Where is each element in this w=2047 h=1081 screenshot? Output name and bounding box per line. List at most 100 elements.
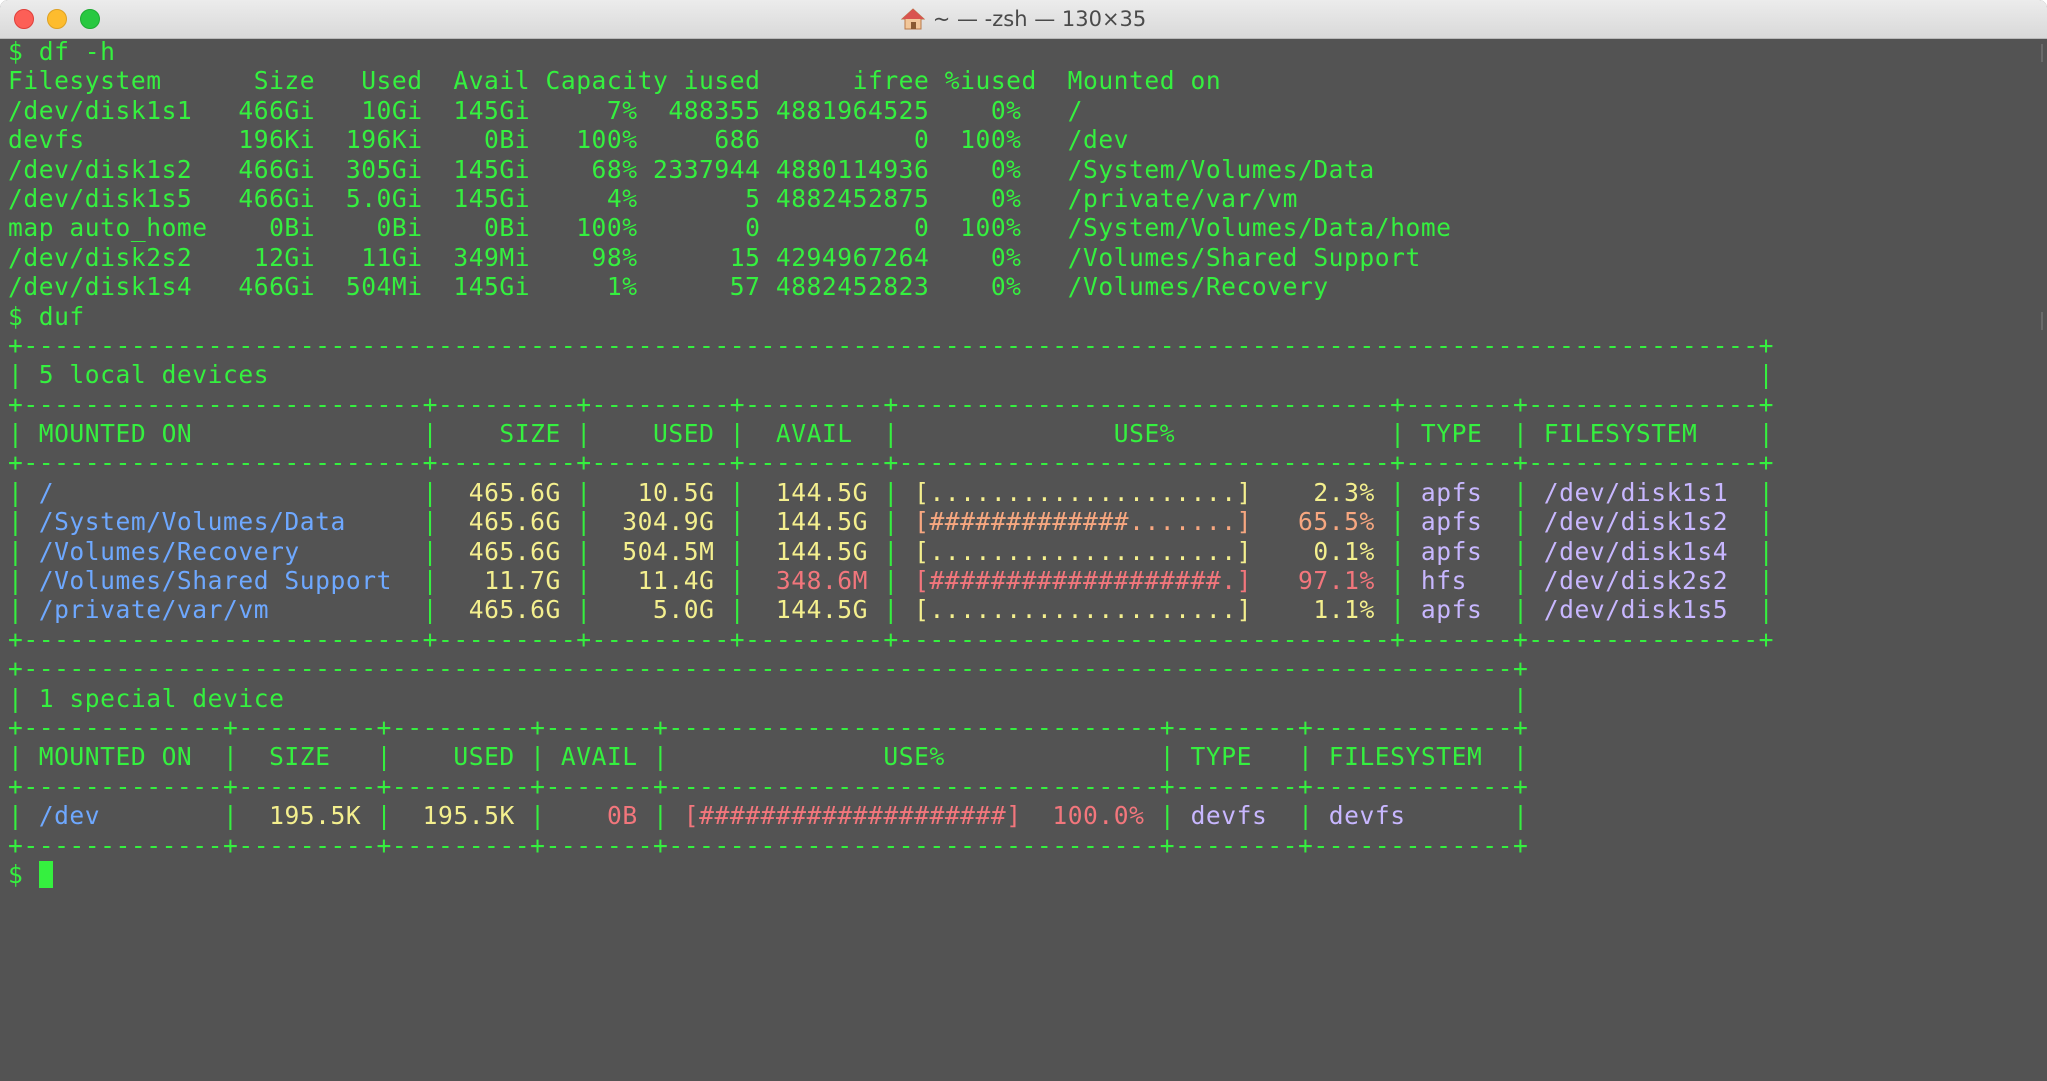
table-border-text: +-------------+---------+---------+-----… <box>8 712 1529 742</box>
table-border: +--------------------------+---------+--… <box>8 390 1774 419</box>
prompt-symbol: $ <box>8 37 39 66</box>
cell-pad <box>23 537 38 566</box>
cell-pad <box>1743 566 1758 595</box>
mount-point: / <box>38 477 408 507</box>
table-pipe: | <box>883 507 899 537</box>
cell-pad <box>868 478 883 507</box>
cell-pad <box>407 566 422 595</box>
usage-bar: [....................] <box>914 477 1252 507</box>
column-header-mounted-on: MOUNTED ON <box>23 742 223 772</box>
usage-percent: 2.3% <box>1313 477 1375 507</box>
df-row: /dev/disk1s4 466Gi 504Mi 145Gi 1% 57 488… <box>8 272 1774 301</box>
cell-pad <box>238 801 253 830</box>
scroll-edge-marker <box>2035 44 2043 62</box>
cell-pad <box>1022 801 1053 830</box>
avail-value: 144.5G <box>760 595 869 625</box>
usage-percent: 65.5% <box>1298 507 1375 537</box>
cell-pad <box>407 478 422 507</box>
table-border: +---------------------------------------… <box>8 654 1774 683</box>
table-pipe: | <box>729 507 746 537</box>
table-pipe: | <box>376 801 392 831</box>
cell-pad <box>1406 595 1421 624</box>
table-pipe: | <box>1758 566 1775 596</box>
table-pipe: | <box>1513 536 1529 566</box>
command-line: $ <box>8 860 1774 889</box>
df-row: map auto_home 0Bi 0Bi 0Bi 100% 0 0 100% … <box>8 213 1774 242</box>
table-pipe: | <box>422 419 438 449</box>
table-pipe: | <box>729 477 746 507</box>
terminal-content[interactable]: $ df -h Filesystem Size Used Avail Capaci… <box>8 37 1774 889</box>
usage-bar: [....................] <box>914 536 1252 566</box>
table-pipe: | <box>576 595 592 625</box>
usage-percent: 0.1% <box>1313 536 1375 566</box>
cell-pad <box>23 566 38 595</box>
column-header-avail: AVAIL <box>745 419 884 449</box>
table-pipe: | <box>8 566 24 596</box>
cell-pad <box>592 566 607 595</box>
window-title-wrap: ~ — -zsh — 130×35 <box>0 0 2047 38</box>
cell-pad <box>561 566 576 595</box>
column-header-type: TYPE <box>1175 742 1299 772</box>
df-row-text: map auto_home 0Bi 0Bi 0Bi 100% 0 0 100% … <box>8 213 1452 243</box>
table-pipe: | <box>8 419 24 449</box>
table-pipe: | <box>422 566 438 596</box>
command-text: df -h <box>38 37 116 66</box>
df-header: Filesystem Size Used Avail Capacity iuse… <box>8 66 1774 95</box>
cell-pad <box>1406 566 1421 595</box>
mount-point: /Volumes/Recovery <box>38 536 408 566</box>
cell-pad <box>899 478 914 507</box>
table-pipe: | <box>1390 477 1406 507</box>
table-pipe: | <box>422 477 438 507</box>
table-pipe: | <box>1390 566 1406 596</box>
type-value: apfs <box>1420 536 1498 566</box>
cell-pad <box>1498 478 1513 507</box>
column-header-used: USED <box>591 419 730 449</box>
table-row: | /Volumes/Shared Support | 11.7G | 11.4… <box>8 566 1774 595</box>
table-pipe: | <box>883 477 899 507</box>
table-header-row: | MOUNTED ON | SIZE | USED | AVAIL | USE… <box>8 419 1774 448</box>
cell-pad <box>438 566 453 595</box>
table-border-text: +--------------------------+---------+--… <box>8 389 1775 419</box>
table-pipe: | <box>8 801 24 831</box>
cell-pad <box>592 478 607 507</box>
cell-pad <box>1252 537 1313 566</box>
table-pipe: | <box>1513 477 1529 507</box>
cell-pad <box>1498 801 1513 830</box>
title-bar[interactable]: ~ — -zsh — 130×35 <box>0 0 2047 39</box>
table-pipe: | <box>883 595 899 625</box>
avail-value: 144.5G <box>760 477 869 507</box>
cell-pad <box>1743 537 1758 566</box>
size-value: 465.6G <box>453 507 561 537</box>
df-row: devfs 196Ki 196Ki 0Bi 100% 686 0 100% /d… <box>8 125 1774 154</box>
cell-pad <box>745 595 760 624</box>
df-row-text: /dev/disk1s2 466Gi 305Gi 145Gi 68% 23379… <box>8 154 1375 184</box>
table-border: +--------------------------+---------+--… <box>8 448 1774 477</box>
column-header-size: SIZE <box>238 742 377 772</box>
cell-pad <box>1528 537 1543 566</box>
table-pipe: | <box>8 360 39 390</box>
size-value: 465.6G <box>453 536 561 566</box>
mount-point: /System/Volumes/Data <box>38 507 408 537</box>
df-row-text: /dev/disk1s5 466Gi 5.0Gi 145Gi 4% 5 4882… <box>8 183 1298 213</box>
cell-pad <box>714 478 729 507</box>
df-row-text: /dev/disk1s4 466Gi 504Mi 145Gi 1% 57 488… <box>8 272 1329 302</box>
table-pipe: | <box>376 742 392 772</box>
usage-percent: 97.1% <box>1298 566 1375 596</box>
cell-pad <box>515 801 530 830</box>
cell-pad <box>745 537 760 566</box>
cell-pad <box>23 478 38 507</box>
used-value: 5.0G <box>606 595 715 625</box>
table-border: +-------------+---------+---------+-----… <box>8 772 1774 801</box>
table-pipe: | <box>1390 419 1406 449</box>
table-title: 5 local devices <box>38 360 270 390</box>
df-row-text: /dev/disk1s1 466Gi 10Gi 145Gi 7% 488355 … <box>8 95 1083 125</box>
prompt-symbol: $ <box>8 859 39 889</box>
table-border-text: +-------------+---------+---------+-----… <box>8 771 1529 801</box>
cell-pad <box>23 507 38 536</box>
cell-pad <box>1375 595 1390 624</box>
cell-pad <box>868 507 883 536</box>
table-border-text: +---------------------------------------… <box>8 654 1529 684</box>
used-value: 10.5G <box>606 477 715 507</box>
cell-pad <box>1252 478 1313 507</box>
table-pipe: | <box>1758 595 1775 625</box>
